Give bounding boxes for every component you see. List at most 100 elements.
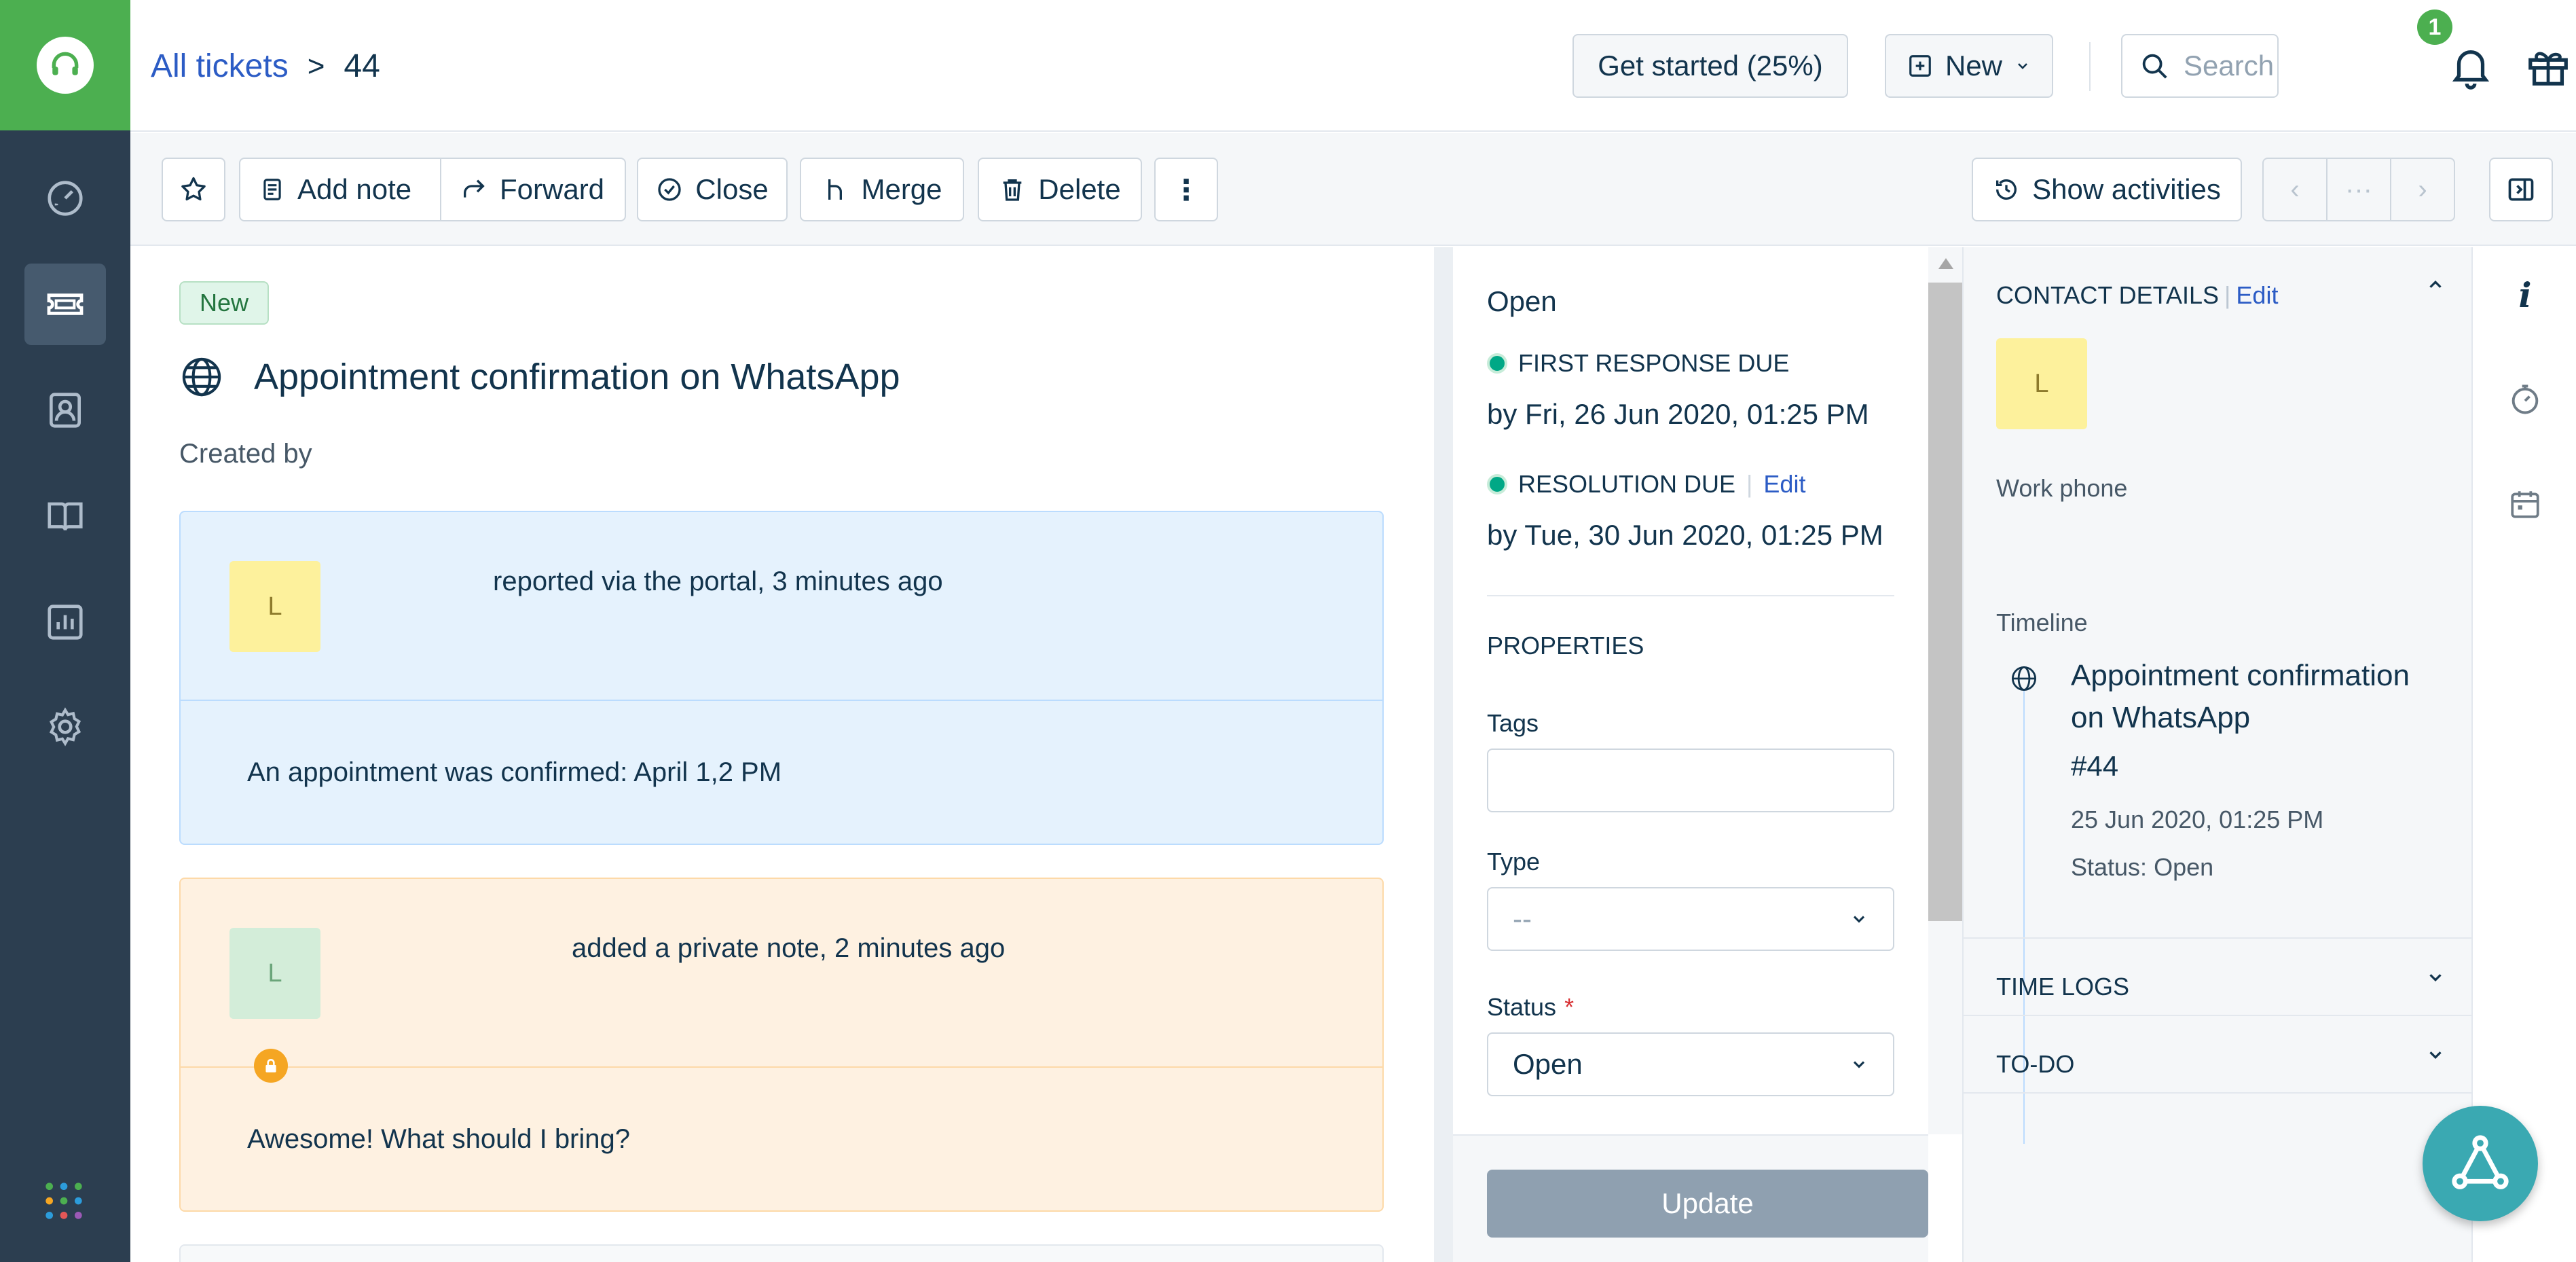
pager-prev-button[interactable]: ‹	[2264, 159, 2326, 220]
contact-pane: CONTACT DETAILS | Edit L Work phone Timeli…	[1962, 247, 2473, 1262]
properties-title: PROPERTIES	[1487, 632, 1644, 660]
timeline-ticket-id: #44	[2071, 750, 2119, 782]
message-meta: added a private note, 2 minutes ago	[572, 933, 1006, 963]
update-bar: Update	[1453, 1134, 1928, 1262]
add-note-button[interactable]: Add note	[240, 159, 440, 220]
time-logs-title[interactable]: TIME LOGS	[1996, 973, 2129, 1001]
nav-contacts[interactable]	[24, 369, 106, 451]
resolution-when: by Tue, 30 Jun 2020, 01:25 PM	[1487, 519, 1883, 551]
section-divider	[1964, 937, 2473, 939]
message-card: L reported via the portal, 3 minutes ago…	[179, 511, 1384, 845]
work-phone-label: Work phone	[1996, 474, 2128, 502]
scroll-up-arrow-icon[interactable]	[1938, 258, 1953, 269]
ticket-pager: ‹ ··· ›	[2262, 158, 2455, 221]
timeline-ticket-date: 25 Jun 2020, 01:25 PM	[2071, 806, 2324, 833]
first-response-sla: FIRST RESPONSE DUE by Fri, 26 Jun 2020, …	[1487, 349, 1869, 431]
breadcrumb-separator: >	[307, 49, 325, 83]
timeline-ticket-title[interactable]: Appointment confirmation on WhatsApp	[2071, 655, 2451, 739]
chevron-down-icon[interactable]	[2425, 967, 2446, 993]
info-icon[interactable]: i	[2505, 274, 2545, 315]
update-button[interactable]: Update	[1487, 1170, 1928, 1238]
star-icon	[181, 177, 206, 201]
status-tag: New	[179, 281, 270, 325]
contact-edit-link[interactable]: Edit	[2236, 281, 2278, 309]
check-circle-icon	[658, 178, 681, 201]
chevron-up-icon[interactable]	[2425, 274, 2446, 300]
assist-fab-button[interactable]	[2423, 1106, 2538, 1221]
type-select[interactable]: --	[1487, 887, 1894, 951]
star-button[interactable]	[162, 158, 225, 221]
close-button[interactable]: Close	[637, 158, 788, 221]
sla-dot-icon	[1487, 353, 1507, 374]
first-response-when: by Fri, 26 Jun 2020, 01:25 PM	[1487, 398, 1869, 430]
contact-details-header: CONTACT DETAILS | Edit	[1996, 281, 2279, 309]
timeline-label: Timeline	[1996, 609, 2088, 636]
type-select-value: --	[1513, 903, 1532, 935]
new-button[interactable]: New	[1885, 34, 2053, 98]
gift-badge: 1	[2417, 10, 2452, 45]
properties-scrollbar[interactable]	[1928, 247, 1962, 1134]
first-response-label: FIRST RESPONSE DUE	[1518, 349, 1790, 377]
gift-icon[interactable]	[2524, 42, 2572, 93]
delete-button[interactable]: Delete	[978, 158, 1142, 221]
more-actions-button[interactable]: ⋮	[1154, 158, 1218, 221]
section-divider	[1964, 1092, 2473, 1094]
get-started-button[interactable]: Get started (25%)	[1572, 34, 1848, 98]
add-note-label: Add note	[297, 173, 412, 205]
search-placeholder: Search	[2184, 50, 2275, 82]
ticket-subject: Appointment confirmation on WhatsApp	[179, 355, 900, 399]
new-label: New	[1945, 50, 2003, 82]
resolution-edit-link[interactable]: Edit	[1763, 470, 1805, 499]
search-icon	[2142, 54, 2167, 79]
search-box[interactable]: Search	[2121, 34, 2279, 98]
close-label: Close	[695, 173, 769, 205]
nav-tickets[interactable]	[24, 264, 106, 345]
calendar-icon[interactable]	[2505, 484, 2545, 524]
apps-grid-icon[interactable]	[42, 1179, 86, 1223]
show-activities-button[interactable]: Show activities	[1972, 158, 2242, 221]
gear-icon	[49, 707, 81, 746]
ticket-status-title: Open	[1487, 285, 1557, 317]
note-forward-group: Add note Forward	[239, 158, 626, 221]
top-header: All tickets > 44 Get started (25%) New S…	[130, 0, 2576, 132]
tags-input[interactable]	[1487, 749, 1894, 812]
ticket-number: 44	[344, 48, 380, 84]
properties-divider	[1487, 595, 1894, 596]
status-select-value: Open	[1513, 1048, 1583, 1080]
pager-next-button[interactable]: ›	[2390, 159, 2454, 220]
status-select[interactable]: Open	[1487, 1032, 1894, 1096]
left-nav	[0, 0, 130, 1262]
required-marker: *	[1564, 993, 1575, 1021]
forward-label: Forward	[500, 173, 605, 205]
toggle-sidebar-button[interactable]	[2489, 158, 2553, 221]
message-body: Awesome! What should I bring?	[181, 1066, 1382, 1210]
status-label-text: Status	[1487, 993, 1557, 1021]
bell-icon[interactable]	[2447, 42, 2495, 93]
nav-dashboard[interactable]	[24, 158, 106, 239]
sidebar-toggle-icon	[2508, 178, 2534, 201]
contact-avatar: L	[1996, 338, 2087, 429]
forward-button[interactable]: Forward	[440, 159, 623, 220]
network-icon	[2452, 1135, 2509, 1189]
pager-list-button[interactable]: ···	[2326, 159, 2390, 220]
pane-gutter	[1434, 247, 1453, 1262]
ticket-subject-text: Appointment confirmation on WhatsApp	[254, 357, 900, 397]
headset-icon	[37, 37, 94, 94]
nav-solutions[interactable]	[24, 475, 106, 557]
app-logo[interactable]	[0, 0, 130, 130]
lock-icon	[254, 1049, 288, 1083]
conversation-pane: New Appointment confirmation on WhatsApp…	[130, 247, 1434, 1262]
todo-title[interactable]: TO-DO	[1996, 1050, 2074, 1079]
ticket-toolbar: Add note Forward Close Merge Delete ⋮ Sh…	[130, 133, 2576, 246]
all-tickets-link[interactable]: All tickets	[151, 48, 289, 85]
scrollbar-thumb[interactable]	[1928, 283, 1962, 921]
ticket-icon	[47, 293, 84, 315]
nav-settings[interactable]	[24, 686, 106, 768]
merge-button[interactable]: Merge	[800, 158, 964, 221]
forward-icon	[464, 179, 485, 198]
message-meta: reported via the portal, 3 minutes ago	[493, 566, 943, 596]
plus-square-icon	[1909, 55, 1931, 77]
chevron-down-icon[interactable]	[2425, 1045, 2446, 1070]
nav-reports[interactable]	[24, 581, 106, 663]
timer-icon[interactable]	[2505, 379, 2545, 420]
